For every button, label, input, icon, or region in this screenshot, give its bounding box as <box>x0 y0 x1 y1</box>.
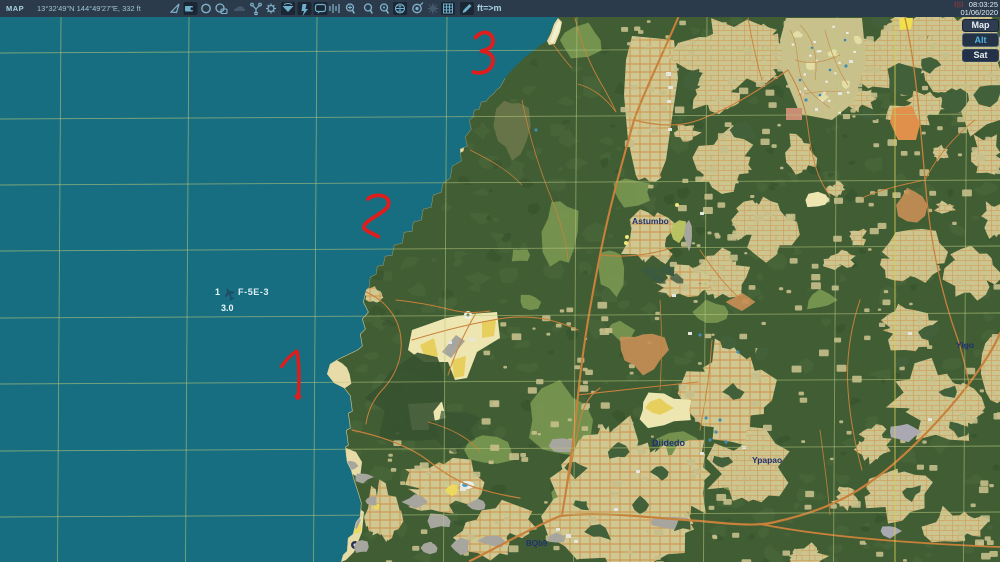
svg-text:F-5E-3: F-5E-3 <box>238 287 269 297</box>
svg-text:BQb9: BQb9 <box>526 539 548 548</box>
svg-text:Ypapao: Ypapao <box>752 455 782 465</box>
svg-text:Yigo: Yigo <box>956 340 974 350</box>
svg-text:1: 1 <box>215 287 220 297</box>
svg-text:Astumbo: Astumbo <box>632 216 669 226</box>
svg-text:Diidedo: Diidedo <box>652 438 686 448</box>
svg-text:3.0: 3.0 <box>221 303 234 313</box>
